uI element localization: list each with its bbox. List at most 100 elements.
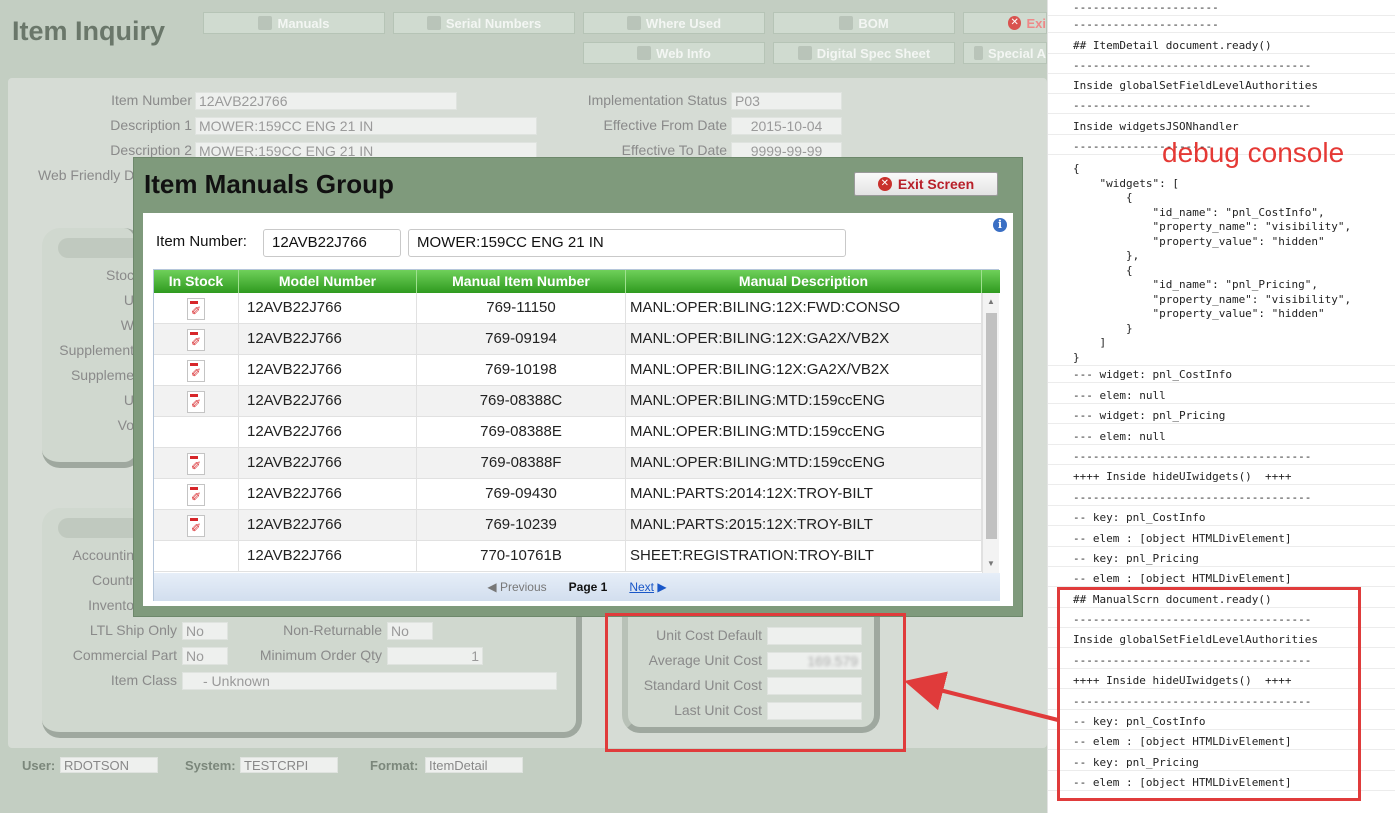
annotation-box-cost [605,613,906,752]
where-used-button[interactable]: Where Used [583,12,765,34]
in-stock-cell [154,448,239,479]
table-row[interactable]: 12AVB22J766 769-09194 MANL:OPER:BILING:1… [154,324,982,355]
table-header: In Stock Model Number Manual Item Number… [154,270,1000,293]
table-scrollbar[interactable]: ▲ ▼ [982,293,999,573]
description-cell: MANL:OPER:BILING:MTD:159ccENG [626,448,982,479]
col-manual-description[interactable]: Manual Description [626,270,982,293]
table-row[interactable]: 12AVB22J766 769-09430 MANL:PARTS:2014:12… [154,479,982,510]
console-line: ------------------------------------ [1048,99,1395,114]
pdf-icon[interactable] [187,452,205,475]
model-cell: 12AVB22J766 [239,386,417,417]
exit-screen-button[interactable]: ✕ Exit Screen [854,172,998,196]
console-line: -- elem : [object HTMLDivElement] [1048,532,1395,547]
console-line: ---------------------- [1048,18,1395,33]
format-label: Format: [370,758,419,773]
table-row[interactable]: 12AVB22J766 769-08388C MANL:OPER:BILING:… [154,386,982,417]
debug-console-annotation: debug console [1162,137,1345,168]
model-cell: 12AVB22J766 [239,541,417,572]
page-title: Item Inquiry [12,16,166,46]
exit-button[interactable]: ✕ Exi [963,12,1047,34]
special-button[interactable]: Special A [963,42,1047,64]
stock-subpanel-header [58,238,142,258]
bom-icon [839,16,854,30]
item-description-input[interactable]: MOWER:159CC ENG 21 IN [408,229,846,257]
impl-status-field[interactable]: P03 [731,92,842,110]
col-spacer [982,270,1000,293]
pdf-icon[interactable] [187,390,205,413]
commercial-part-label: Commercial Part [72,647,177,663]
modal-title: Item Manuals Group [144,169,394,199]
item-number-label: Item Number: [156,233,247,250]
left-label-0: Stoc [105,267,134,283]
scroll-down-icon[interactable]: ▼ [987,559,995,568]
description-cell: MANL:OPER:BILING:12X:GA2X/VB2X [626,324,982,355]
in-stock-cell [154,479,239,510]
lower-label-1: Countr [91,572,134,588]
bom-button[interactable]: BOM [773,12,955,34]
table-row[interactable]: 12AVB22J766 769-08388F MANL:OPER:BILING:… [154,448,982,479]
item-number-field[interactable]: 12AVB22J766 [195,92,457,110]
col-manual-item-number[interactable]: Manual Item Number [417,270,626,293]
console-line: --- widget: pnl_CostInfo [1048,368,1395,383]
digital-spec-sheet-button[interactable]: Digital Spec Sheet [773,42,955,64]
eff-from-field[interactable]: 2015-10-04 [731,117,842,135]
modal-content: i Item Number: 12AVB22J766 MOWER:159CC E… [143,213,1013,606]
item-class-label: Item Class [110,672,177,688]
scroll-thumb[interactable] [986,313,997,539]
previous-page-link[interactable]: ◀ Previous [487,580,546,594]
description1-field[interactable]: MOWER:159CC ENG 21 IN [195,117,537,135]
user-label: User: [22,758,56,773]
table-row[interactable]: 12AVB22J766 769-11150 MANL:OPER:BILING:1… [154,293,982,324]
in-stock-cell [154,417,239,448]
pdf-icon[interactable] [187,359,205,382]
pdf-icon[interactable] [187,328,205,351]
eff-to-label: Effective To Date [621,142,727,158]
table-row[interactable]: 12AVB22J766 770-10761B SHEET:REGISTRATIO… [154,541,982,572]
ltl-ship-field[interactable]: No [182,622,228,640]
target-icon [426,16,441,30]
model-cell: 12AVB22J766 [239,479,417,510]
description-cell: SHEET:REGISTRATION:TROY-BILT [626,541,982,572]
commercial-part-field[interactable]: No [182,647,228,665]
non-returnable-field[interactable]: No [387,622,433,640]
item-number-input[interactable]: 12AVB22J766 [263,229,401,257]
console-line: -- elem : [object HTMLDivElement] [1048,572,1395,587]
manual-number-cell: 770-10761B [417,541,626,572]
next-label: Next [629,580,655,594]
bom-label: BOM [858,15,889,31]
pager: ◀ Previous Page 1 Next ▶ [154,573,1000,601]
item-manuals-modal: Item Manuals Group ✕ Exit Screen i Item … [133,157,1023,617]
left-label-1: U [123,292,134,308]
serial-numbers-label: Serial Numbers [445,15,542,31]
gear-icon [626,16,641,30]
pdf-icon[interactable] [187,483,205,506]
pdf-icon[interactable] [187,514,205,537]
col-in-stock[interactable]: In Stock [154,270,239,293]
lower-label-0: Accountin [72,547,134,563]
lower-label-2: Invento [88,597,134,613]
table-row[interactable]: 12AVB22J766 769-10239 MANL:PARTS:2015:12… [154,510,982,541]
left-label-2: W [120,317,134,333]
console-line: -- key: pnl_CostInfo [1048,511,1395,526]
close-icon: ✕ [877,177,892,191]
description1-label: Description 1 [110,117,192,133]
scroll-up-icon[interactable]: ▲ [987,297,995,306]
serial-numbers-button[interactable]: Serial Numbers [393,12,575,34]
table-row[interactable]: 12AVB22J766 769-08388E MANL:OPER:BILING:… [154,417,982,448]
model-cell: 12AVB22J766 [239,448,417,479]
item-number-label: Item Number [111,92,192,108]
format-field: ItemDetail [425,757,523,773]
min-order-qty-label: Minimum Order Qty [259,647,382,663]
item-class-field[interactable]: - Unknown [182,672,557,690]
table-row[interactable]: 12AVB22J766 769-10198 MANL:OPER:BILING:1… [154,355,982,386]
manual-number-cell: 769-09194 [417,324,626,355]
min-order-qty-field[interactable]: 1 [387,647,483,665]
web-info-button[interactable]: Web Info [583,42,765,64]
manual-number-cell: 769-11150 [417,293,626,324]
col-model-number[interactable]: Model Number [239,270,417,293]
next-page-link[interactable]: Next ▶ [629,580,666,594]
pdf-icon[interactable] [187,297,205,320]
info-icon[interactable]: i [993,218,1007,232]
manuals-button[interactable]: Manuals [203,12,385,34]
special-label: Special A [987,45,1046,61]
